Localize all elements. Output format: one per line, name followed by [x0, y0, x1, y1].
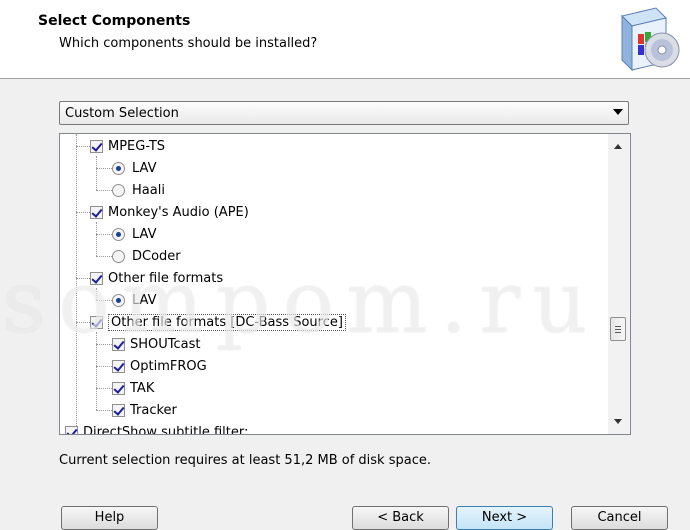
tree-connector	[96, 222, 97, 256]
tree-connector	[76, 322, 90, 323]
scroll-down-arrow-icon[interactable]	[614, 419, 622, 424]
installer-box-icon	[621, 7, 680, 72]
tree-item-label: TAK	[130, 380, 155, 396]
next-button[interactable]: Next >	[456, 506, 553, 530]
tree-item-label: LAV	[132, 226, 157, 242]
tree-connector	[96, 288, 97, 300]
checkbox[interactable]	[90, 315, 103, 329]
tree-item-label: Other file formats [DC-Bass Source]	[108, 313, 346, 331]
tree-item-ape-dcoder[interactable]: DCoder	[112, 245, 181, 267]
tree-item-directshow-subtitle[interactable]: DirectShow subtitle filter:	[65, 421, 249, 435]
tree-item-other-formats-lav[interactable]: LAV	[112, 289, 157, 311]
tree-item-monkeys-audio[interactable]: Monkey's Audio (APE)	[90, 201, 249, 223]
checkbox[interactable]	[90, 139, 103, 153]
tree-item-label: Monkey's Audio (APE)	[108, 204, 249, 220]
checkbox[interactable]	[65, 425, 78, 434]
radio-button[interactable]	[112, 183, 125, 197]
tree-item-label: MPEG-TS	[108, 138, 166, 154]
page-subtitle: Which components should be installed?	[59, 36, 318, 51]
tree-item-label: LAV	[132, 160, 157, 176]
tree-connector	[96, 190, 112, 191]
tree-connector	[96, 366, 112, 367]
tree-item-mpeg-ts-lav[interactable]: LAV	[112, 157, 157, 179]
tree-connector	[96, 156, 97, 190]
wizard-header: Select Components Which components shoul…	[0, 0, 690, 79]
tree-connector	[96, 300, 112, 301]
tree-item-ape-lav[interactable]: LAV	[112, 223, 157, 245]
tree-connector	[76, 146, 90, 147]
tree-item-mpeg-ts[interactable]: MPEG-TS	[90, 135, 165, 157]
tree-connector	[76, 212, 90, 213]
components-tree[interactable]: MPEG-TS LAV Haali Monkey's Audio (APE) L…	[59, 133, 631, 435]
tree-connector	[96, 234, 112, 235]
tree-connector	[76, 278, 90, 279]
checkbox[interactable]	[112, 403, 125, 417]
tree-item-label: Tracker	[130, 402, 177, 418]
tree-connector	[96, 256, 112, 257]
tree-item-label: Other file formats	[108, 270, 224, 286]
tree-item-other-formats-dc-bass[interactable]: Other file formats [DC-Bass Source]	[90, 311, 346, 333]
tree-item-label: Haali	[132, 182, 165, 198]
radio-button[interactable]	[112, 293, 125, 307]
radio-button[interactable]	[112, 249, 125, 263]
cancel-button[interactable]: Cancel	[571, 506, 668, 530]
tree-item-label: DCoder	[132, 248, 181, 264]
setup-type-value: Custom Selection	[65, 106, 179, 121]
scroll-thumb[interactable]	[610, 317, 626, 341]
tree-connector	[96, 344, 112, 345]
help-button[interactable]: Help	[61, 506, 158, 530]
tree-connector	[76, 134, 77, 434]
tree-item-label: LAV	[132, 292, 157, 308]
radio-button[interactable]	[112, 161, 125, 175]
tree-item-label: SHOUTcast	[130, 336, 201, 352]
back-button[interactable]: < Back	[352, 506, 449, 530]
tree-item-shoutcast[interactable]: SHOUTcast	[112, 333, 201, 355]
tree-connector	[96, 410, 112, 411]
page-title: Select Components	[38, 13, 191, 29]
checkbox[interactable]	[90, 205, 103, 219]
chevron-down-icon	[613, 109, 623, 115]
tree-connector	[96, 168, 112, 169]
tree-connector	[96, 388, 112, 389]
tree-scrollbar[interactable]	[608, 134, 630, 434]
tree-item-other-formats[interactable]: Other file formats	[90, 267, 223, 289]
tree-item-mpeg-ts-haali[interactable]: Haali	[112, 179, 165, 201]
radio-button[interactable]	[112, 227, 125, 241]
checkbox[interactable]	[112, 381, 125, 395]
disk-space-text: Current selection requires at least 51,2…	[59, 453, 431, 468]
scroll-up-arrow-icon[interactable]	[614, 144, 622, 149]
checkbox[interactable]	[90, 271, 103, 285]
tree-item-label: DirectShow subtitle filter:	[83, 424, 249, 435]
tree-item-tak[interactable]: TAK	[112, 377, 154, 399]
checkbox[interactable]	[112, 337, 125, 351]
setup-type-dropdown[interactable]: Custom Selection	[59, 101, 629, 125]
tree-item-tracker[interactable]: Tracker	[112, 399, 177, 421]
tree-item-label: OptimFROG	[130, 358, 207, 374]
checkbox[interactable]	[112, 359, 125, 373]
tree-item-optimfrog[interactable]: OptimFROG	[112, 355, 207, 377]
